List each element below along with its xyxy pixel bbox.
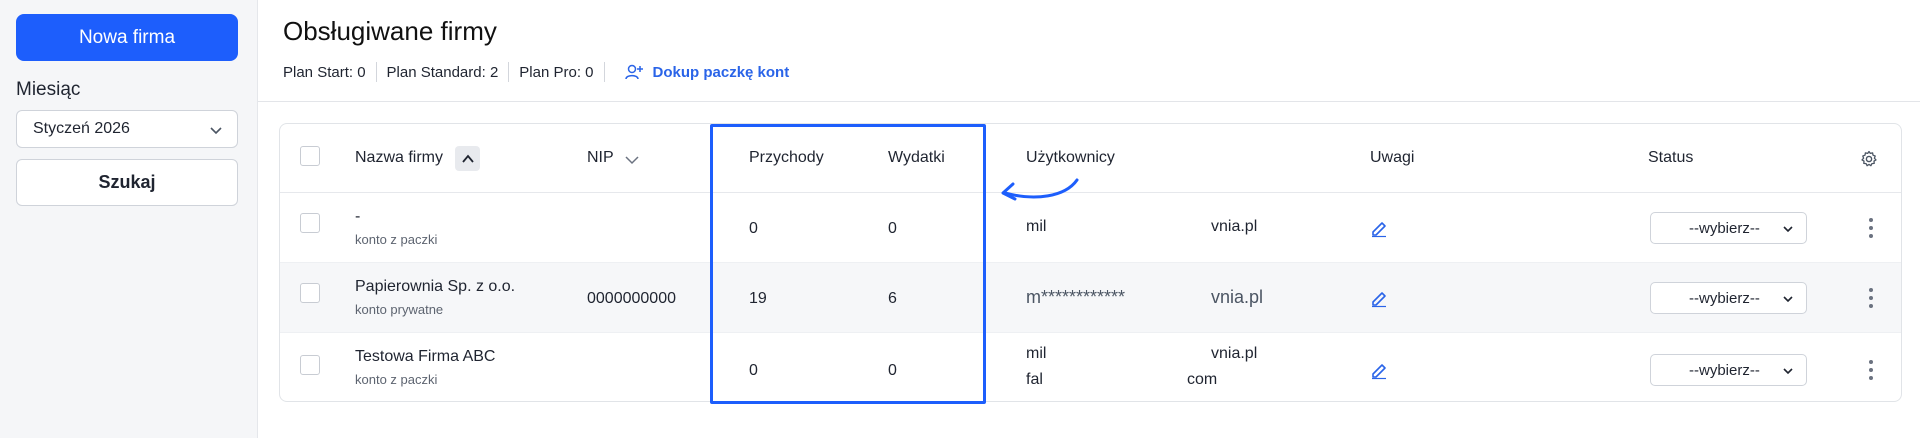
month-select[interactable]: Styczeń 2026 [16, 110, 238, 148]
chevron-down-icon [1783, 368, 1793, 375]
user-email-end: vnia.pl [1211, 287, 1264, 307]
month-label: Miesiąc [16, 79, 81, 100]
user-email-start: m************ [1026, 287, 1126, 307]
highlight-box [710, 124, 986, 404]
company-account-type: konto z paczki [355, 232, 438, 247]
add-user-icon [624, 64, 643, 80]
sort-up-icon [461, 154, 474, 163]
user-email-end: com [1187, 371, 1218, 388]
row-checkbox[interactable] [300, 283, 320, 303]
company-name: - [355, 208, 361, 225]
user-email-end: vnia.pl [1211, 345, 1258, 362]
company-account-type: konto prywatne [355, 302, 444, 317]
select-all-checkbox[interactable] [300, 146, 320, 166]
company-name: Papierownia Sp. z o.o. [355, 278, 516, 295]
month-select-value: Styczeń 2026 [33, 120, 130, 137]
kebab-icon[interactable] [1868, 288, 1874, 308]
page-title: Obsługiwane firmy [283, 16, 497, 46]
column-nip[interactable]: NIP [587, 149, 614, 167]
sort-name-button[interactable] [455, 146, 480, 171]
row-checkbox[interactable] [300, 213, 320, 233]
table-row[interactable]: Papierownia Sp. z o.o. konto prywatne 00… [280, 263, 1901, 333]
chevron-down-icon [1783, 296, 1793, 303]
chevron-down-icon[interactable] [624, 153, 640, 167]
user-email-start: mil [1026, 345, 1047, 362]
company-name: Testowa Firma ABC [355, 348, 496, 365]
search-button[interactable]: Szukaj [16, 159, 238, 206]
chevron-down-icon [210, 127, 222, 135]
plan-pro: Plan Pro: 0 [519, 63, 594, 81]
column-status: Status [1648, 149, 1694, 166]
chevron-down-icon [1783, 226, 1793, 233]
column-name[interactable]: Nazwa firmy [355, 149, 443, 167]
column-notes: Uwagi [1370, 149, 1415, 166]
table-row[interactable]: - konto z paczki 0 0 mil vnia.pl --wybie… [280, 193, 1901, 263]
buy-accounts-label: Dokup paczkę kont [652, 63, 790, 81]
sidebar: Nowa firma Miesiąc Styczeń 2026 Szukaj [0, 0, 258, 438]
row-checkbox[interactable] [300, 355, 320, 375]
status-select-value: --wybierz-- [1689, 361, 1760, 379]
divider [603, 62, 605, 82]
new-company-button[interactable]: Nowa firma [16, 14, 238, 61]
company-account-type: konto z paczki [355, 372, 438, 387]
edit-icon[interactable] [1370, 290, 1388, 308]
edit-icon[interactable] [1370, 220, 1388, 238]
divider [508, 62, 510, 82]
companies-table: Nazwa firmy NIP Przychody Wydatki Użytko… [279, 123, 1902, 402]
header-divider [258, 101, 1920, 102]
status-select[interactable]: --wybierz-- [1650, 212, 1807, 244]
gear-icon[interactable] [1860, 150, 1878, 168]
user-email-start: mil [1026, 218, 1047, 235]
status-select[interactable]: --wybierz-- [1650, 282, 1807, 314]
plan-standard: Plan Standard: 2 [386, 63, 499, 81]
status-select-value: --wybierz-- [1689, 219, 1760, 237]
edit-icon[interactable] [1370, 362, 1388, 380]
curved-arrow-icon [1001, 178, 1079, 201]
user-email-start: fal [1026, 371, 1043, 388]
plan-start: Plan Start: 0 [283, 63, 366, 81]
column-users: Użytkownicy [1026, 149, 1115, 166]
kebab-icon[interactable] [1868, 218, 1874, 238]
nip-value: 0000000000 [587, 290, 676, 307]
user-email-end: vnia.pl [1211, 218, 1258, 235]
table-header: Nazwa firmy NIP Przychody Wydatki Użytko… [280, 124, 1901, 193]
divider [375, 62, 377, 82]
table-row[interactable]: Testowa Firma ABC konto z paczki 0 0 mil… [280, 333, 1901, 401]
status-select[interactable]: --wybierz-- [1650, 354, 1807, 386]
kebab-icon[interactable] [1868, 360, 1874, 380]
plan-summary: Plan Start: 0 Plan Standard: 2 Plan Pro:… [283, 62, 789, 82]
buy-accounts-link[interactable]: Dokup paczkę kont [624, 63, 790, 81]
status-select-value: --wybierz-- [1689, 289, 1760, 307]
